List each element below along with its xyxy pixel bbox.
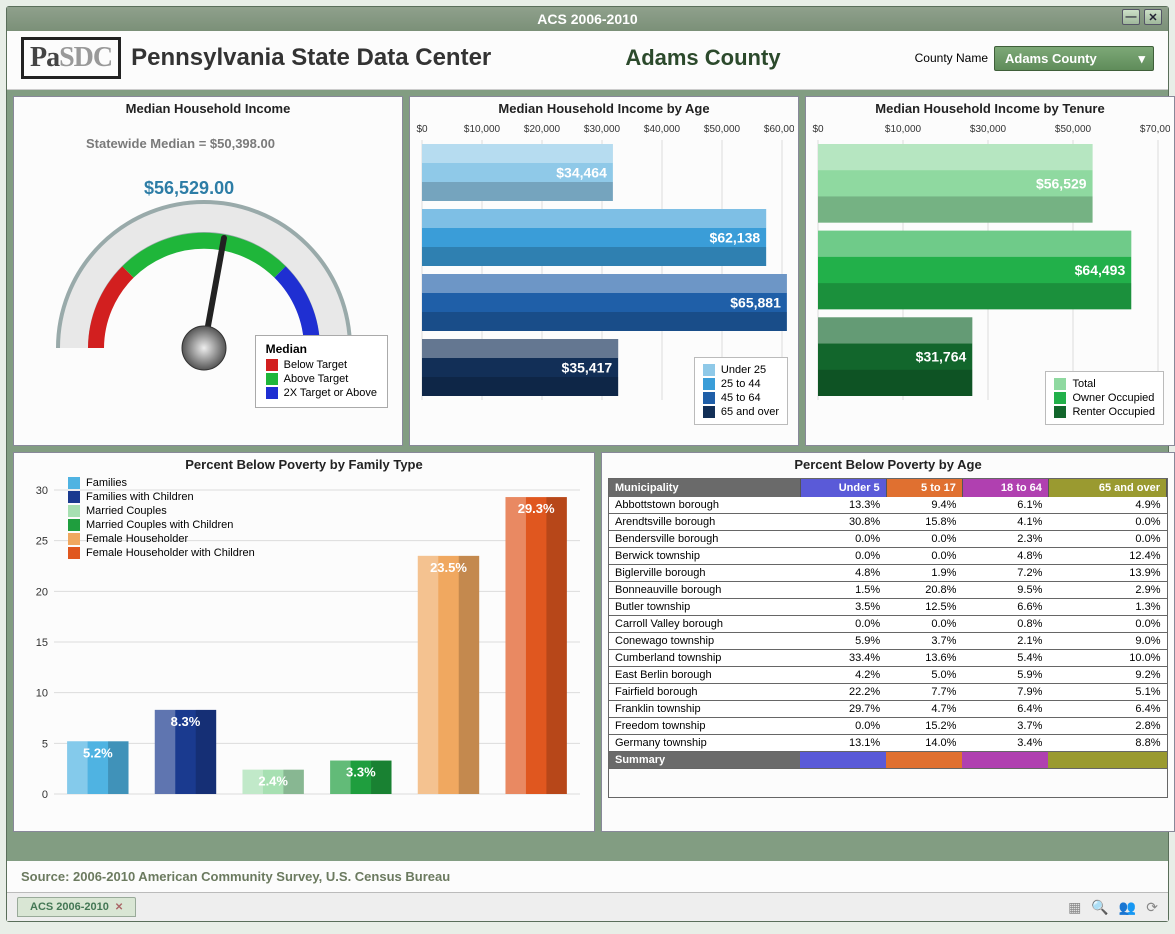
legend-income-by-age: Under 2525 to 4445 to 6465 and over <box>694 357 788 425</box>
svg-text:2.4%: 2.4% <box>258 774 288 789</box>
svg-text:$35,417: $35,417 <box>562 360 613 376</box>
svg-text:$30,000: $30,000 <box>584 124 621 135</box>
svg-text:10: 10 <box>36 688 48 700</box>
logo: PaSDC <box>21 37 121 79</box>
table-row[interactable]: Carroll Valley borough0.0%0.0%0.8%0.0% <box>609 616 1167 633</box>
table-row[interactable]: Fairfield borough22.2%7.7%7.9%5.1% <box>609 684 1167 701</box>
svg-text:$50,000: $50,000 <box>1055 124 1092 135</box>
table-row[interactable]: Bendersville borough0.0%0.0%2.3%0.0% <box>609 531 1167 548</box>
svg-text:$31,764: $31,764 <box>916 349 967 365</box>
app-header: PaSDC Pennsylvania State Data Center Ada… <box>7 31 1168 90</box>
table-row[interactable]: Franklin township29.7%4.7%6.4%6.4% <box>609 701 1167 718</box>
svg-text:5.2%: 5.2% <box>83 745 113 760</box>
window-titlebar: ACS 2006-2010 — ✕ <box>7 7 1168 31</box>
svg-text:0: 0 <box>42 789 48 801</box>
svg-text:$0: $0 <box>812 124 824 135</box>
svg-text:$10,000: $10,000 <box>464 124 501 135</box>
minimize-button[interactable]: — <box>1122 9 1140 25</box>
table-row[interactable]: Bonneauville borough1.5%20.8%9.5%2.9% <box>609 582 1167 599</box>
svg-text:$70,000: $70,000 <box>1140 124 1170 135</box>
grid-icon[interactable]: ▦ <box>1068 899 1081 916</box>
legend-income-by-tenure: TotalOwner OccupiedRenter Occupied <box>1045 371 1164 425</box>
svg-text:20: 20 <box>36 586 48 598</box>
dashboard-grid: Median Household Income Statewide Median… <box>7 90 1168 861</box>
table-row[interactable]: Freedom township0.0%15.2%3.7%2.8% <box>609 718 1167 735</box>
svg-text:$10,000: $10,000 <box>885 124 922 135</box>
table-row[interactable]: Abbottstown borough13.3%9.4%6.1%4.9% <box>609 497 1167 514</box>
svg-text:3.3%: 3.3% <box>346 765 376 780</box>
svg-text:$62,138: $62,138 <box>710 230 761 246</box>
app-window: ACS 2006-2010 — ✕ PaSDC Pennsylvania Sta… <box>6 6 1169 922</box>
table-row[interactable]: Conewago township5.9%3.7%2.1%9.0% <box>609 633 1167 650</box>
source-footer: Source: 2006-2010 American Community Sur… <box>7 861 1168 892</box>
summary-row[interactable]: Summary <box>609 752 1167 769</box>
table-row[interactable]: Biglerville borough4.8%1.9%7.2%13.9% <box>609 565 1167 582</box>
table-row[interactable]: Arendtsville borough30.8%15.8%4.1%0.0% <box>609 514 1167 531</box>
legend-poverty-family: FamiliesFamilies with ChildrenMarried Co… <box>68 475 255 561</box>
svg-text:$56,529: $56,529 <box>1036 175 1087 191</box>
gauge-legend: Median Below TargetAbove Target2X Target… <box>255 335 388 408</box>
panel-title: Median Household Income <box>14 97 402 118</box>
panel-title: Median Household Income by Age <box>410 97 798 118</box>
close-button[interactable]: ✕ <box>1144 9 1162 25</box>
panel-income-by-age: Median Household Income by Age $0 $10,000… <box>409 96 799 446</box>
county-select-label: County Name <box>915 51 988 65</box>
window-title: ACS 2006-2010 <box>537 11 637 27</box>
zoom-icon[interactable]: 🔍 <box>1091 899 1108 916</box>
svg-text:$60,000: $60,000 <box>764 124 794 135</box>
poverty-table: MunicipalityUnder 55 to 1718 to 6465 and… <box>609 479 1167 769</box>
svg-text:23.5%: 23.5% <box>430 560 467 575</box>
svg-text:5: 5 <box>42 738 48 750</box>
county-select[interactable]: Adams County <box>994 46 1154 71</box>
svg-text:29.3%: 29.3% <box>518 501 555 516</box>
svg-text:$65,881: $65,881 <box>730 295 781 311</box>
svg-text:8.3%: 8.3% <box>171 714 201 729</box>
svg-text:25: 25 <box>36 536 48 548</box>
svg-text:$34,464: $34,464 <box>556 165 607 181</box>
table-row[interactable]: East Berlin borough4.2%5.0%5.9%9.2% <box>609 667 1167 684</box>
refresh-icon[interactable]: ⟳ <box>1146 899 1158 916</box>
statewide-median-label: Statewide Median = $50,398.00 <box>86 136 275 151</box>
panel-title: Percent Below Poverty by Family Type <box>14 453 594 474</box>
svg-text:$20,000: $20,000 <box>524 124 561 135</box>
panel-title: Median Household Income by Tenure <box>806 97 1174 118</box>
table-row[interactable]: Germany township13.1%14.0%3.4%8.8% <box>609 735 1167 752</box>
svg-text:$30,000: $30,000 <box>970 124 1007 135</box>
panel-title: Percent Below Poverty by Age <box>602 453 1174 474</box>
svg-text:$64,493: $64,493 <box>1075 262 1126 278</box>
county-heading: Adams County <box>501 45 904 71</box>
svg-text:15: 15 <box>36 637 48 649</box>
svg-text:$40,000: $40,000 <box>644 124 681 135</box>
people-icon[interactable]: 👥 <box>1119 899 1136 916</box>
svg-text:$0: $0 <box>416 124 428 135</box>
table-row[interactable]: Cumberland township33.4%13.6%5.4%10.0% <box>609 650 1167 667</box>
table-row[interactable]: Berwick township0.0%0.0%4.8%12.4% <box>609 548 1167 565</box>
poverty-table-scroll[interactable]: MunicipalityUnder 55 to 1718 to 6465 and… <box>608 478 1168 798</box>
panel-poverty-age: Percent Below Poverty by Age Municipality… <box>601 452 1175 832</box>
panel-median-income: Median Household Income Statewide Median… <box>13 96 403 446</box>
panel-income-by-tenure: Median Household Income by Tenure $0 $10,… <box>805 96 1175 446</box>
svg-text:$50,000: $50,000 <box>704 124 741 135</box>
svg-text:30: 30 <box>36 485 48 497</box>
bottom-tab-bar: ACS 2006-2010✕ ▦ 🔍 👥 ⟳ <box>7 892 1168 921</box>
table-row[interactable]: Butler township3.5%12.5%6.6%1.3% <box>609 599 1167 616</box>
panel-poverty-family: Percent Below Poverty by Family Type 0 5 10… <box>13 452 595 832</box>
close-tab-icon[interactable]: ✕ <box>115 902 123 913</box>
app-title: Pennsylvania State Data Center <box>131 44 491 72</box>
sheet-tab[interactable]: ACS 2006-2010✕ <box>17 897 136 917</box>
